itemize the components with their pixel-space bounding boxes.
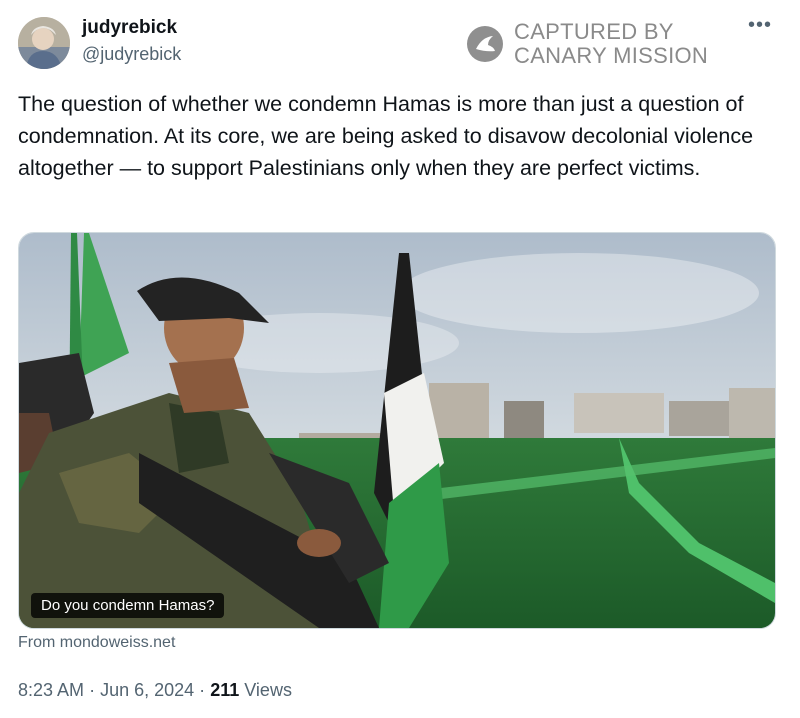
canary-logo-icon <box>467 26 503 62</box>
watermark-line-1: CAPTURED BY <box>514 19 674 44</box>
avatar[interactable] <box>18 17 70 69</box>
tweet-date[interactable]: Jun 6, 2024 <box>100 680 194 700</box>
meta-separator-2: · <box>199 680 206 700</box>
tweet-meta: 8:23 AM · Jun 6, 2024 · 211 Views <box>18 680 292 701</box>
tweet-text: The question of whether we condemn Hamas… <box>18 92 754 180</box>
watermark: CAPTURED BY CANARY MISSION <box>466 20 708 68</box>
card-caption: Do you condemn Hamas? <box>31 593 225 618</box>
card-source-link[interactable]: From mondoweiss.net <box>18 634 175 652</box>
views-label: Views <box>244 680 292 700</box>
tweet-time[interactable]: 8:23 AM <box>18 680 84 700</box>
watermark-text: CAPTURED BY CANARY MISSION <box>514 20 708 68</box>
watermark-line-2: CANARY MISSION <box>514 43 709 68</box>
more-dots-icon[interactable]: ••• <box>748 14 772 37</box>
author-handle[interactable]: @judyrebick <box>82 44 181 65</box>
views-count: 211 <box>210 680 240 700</box>
avatar-image <box>18 17 70 69</box>
link-card[interactable]: Do you condemn Hamas? <box>18 232 776 629</box>
meta-separator-1: · <box>89 680 96 700</box>
card-photo <box>19 233 775 628</box>
author-name[interactable]: judyrebick <box>82 17 177 39</box>
